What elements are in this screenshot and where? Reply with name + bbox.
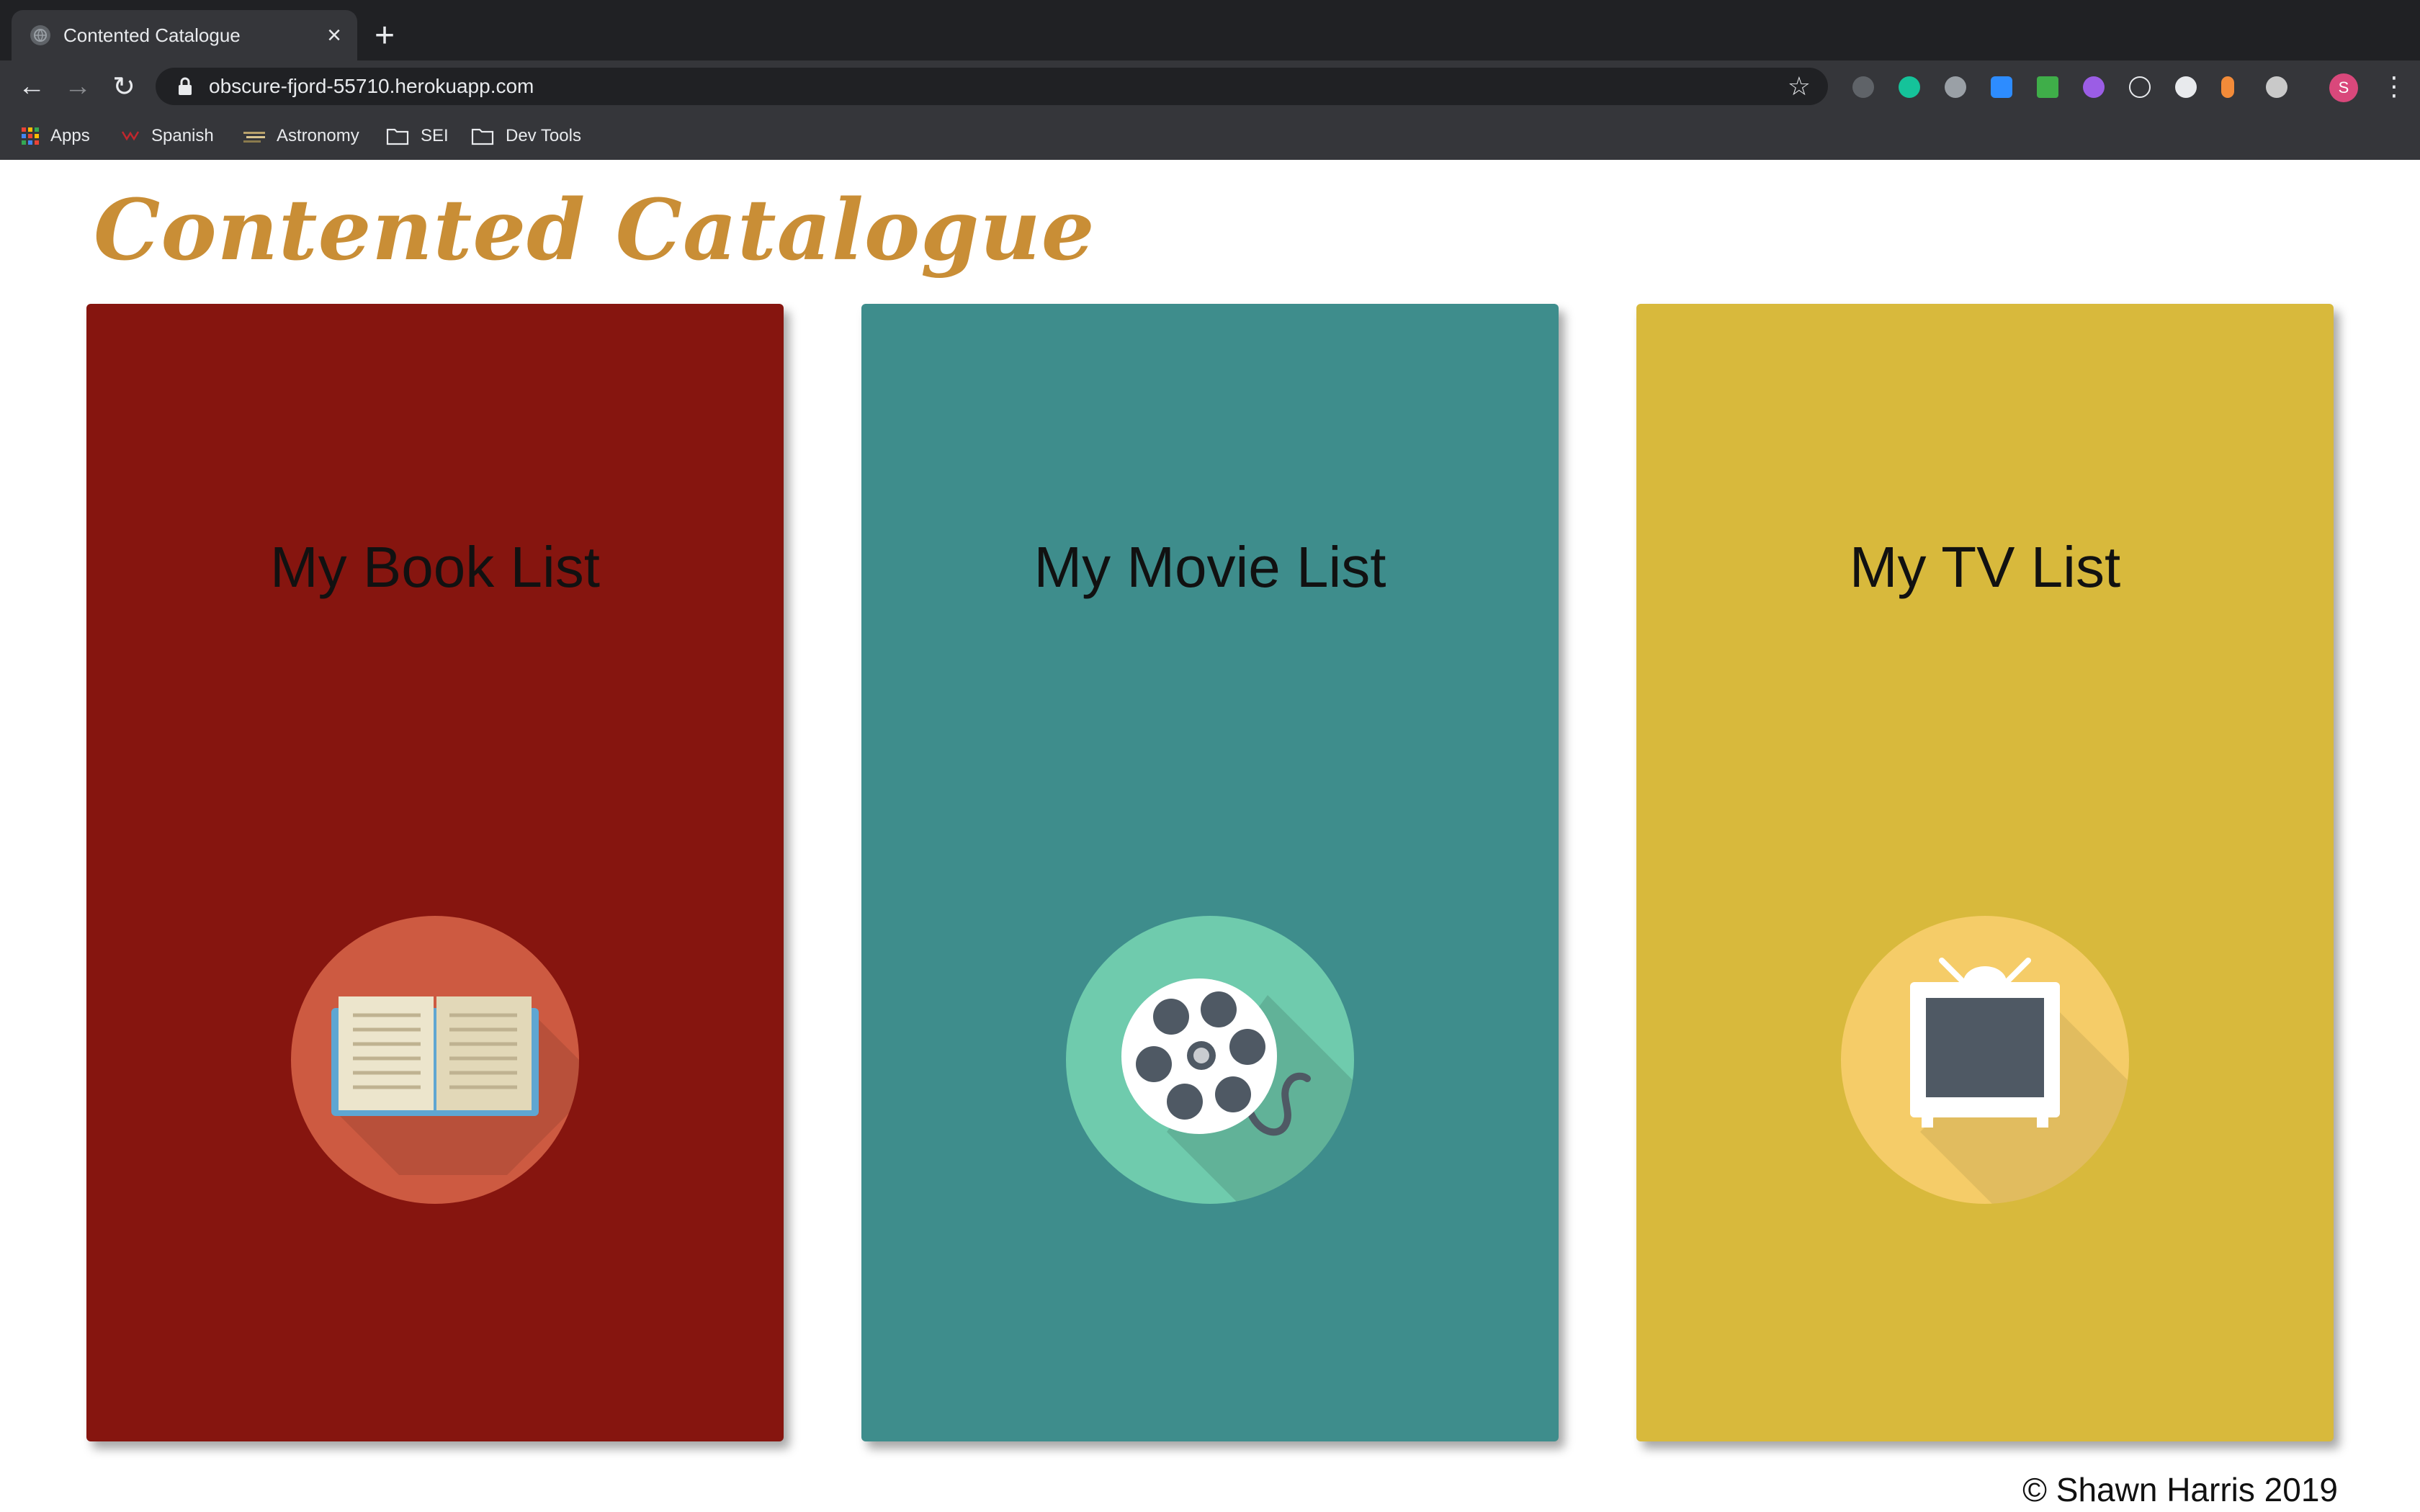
bookmark-favicon <box>243 129 265 143</box>
folder-icon <box>471 127 494 145</box>
back-button[interactable]: ← <box>14 69 49 104</box>
apps-grid-icon <box>22 127 39 145</box>
browser-toolbar: ← → ↻ obscure-fjord-55710.herokuapp.com … <box>0 60 2420 112</box>
tab-strip: Contented Catalogue × + <box>0 0 2420 60</box>
new-tab-button[interactable]: + <box>375 16 395 56</box>
bookmark-star-icon[interactable]: ☆ <box>1788 71 1811 102</box>
bookmark-label: SEI <box>421 126 449 145</box>
bookmark-apps[interactable]: Apps <box>22 112 90 160</box>
color-picker-extension-icon[interactable] <box>2083 76 2105 98</box>
address-bar[interactable]: obscure-fjord-55710.herokuapp.com ☆ <box>156 68 1828 105</box>
reload-button[interactable]: ↻ <box>107 69 141 104</box>
bookmark-astronomy[interactable]: Astronomy <box>243 112 359 160</box>
book-icon <box>291 916 579 1204</box>
checkmark-extension-icon[interactable] <box>2037 76 2058 98</box>
bookmark-folder-dev-tools[interactable]: Dev Tools <box>471 112 581 160</box>
footer-copyright: © Shawn Harris 2019 <box>2022 1471 2338 1508</box>
react-devtools-icon[interactable] <box>2129 76 2151 98</box>
url-text[interactable]: obscure-fjord-55710.herokuapp.com <box>209 75 1788 98</box>
bookmark-label: Spanish <box>151 126 214 145</box>
card-title: My Book List <box>270 535 600 599</box>
lightbulb-extension-icon[interactable] <box>1852 76 1874 98</box>
book-list-card[interactable]: My Book List <box>86 304 784 1441</box>
pill-extension-icon[interactable] <box>2221 76 2234 98</box>
github-extension-icon[interactable] <box>2175 76 2197 98</box>
browser-menu-icon[interactable]: ⋮ <box>2381 73 2407 99</box>
bookmark-label: Apps <box>50 126 90 145</box>
tab-title: Contented Catalogue <box>63 24 241 46</box>
bookmarks-bar: Apps Spanish Astronomy SEI Dev Tools <box>0 112 2420 161</box>
card-title: My Movie List <box>1034 535 1386 599</box>
bookmark-label: Dev Tools <box>506 126 581 145</box>
folder-icon <box>386 127 409 145</box>
bookmark-folder-sei[interactable]: SEI <box>386 112 449 160</box>
forward-button[interactable]: → <box>60 69 95 104</box>
television-icon <box>1841 916 2129 1204</box>
card-title: My TV List <box>1849 535 2121 599</box>
site-title[interactable]: Contented Catalogue <box>94 181 1095 279</box>
bookmark-label: Astronomy <box>277 126 359 145</box>
close-tab-icon[interactable]: × <box>327 23 341 48</box>
grammarly-extension-icon[interactable] <box>1899 76 1920 98</box>
bookmark-spanish[interactable]: Spanish <box>121 112 214 160</box>
zoom-extension-icon[interactable] <box>1991 76 2012 98</box>
bookmark-favicon <box>121 129 140 143</box>
globe-icon <box>30 25 50 45</box>
film-reel-icon <box>1066 916 1354 1204</box>
page-content: Contented Catalogue My Book List My Movi… <box>0 160 2420 1512</box>
tv-list-card[interactable]: My TV List <box>1636 304 2334 1441</box>
movie-list-card[interactable]: My Movie List <box>861 304 1559 1441</box>
record-extension-icon[interactable] <box>1945 76 1966 98</box>
browser-tab[interactable]: Contented Catalogue × <box>12 10 357 60</box>
lock-icon <box>179 77 192 95</box>
moon-extension-icon[interactable] <box>2266 76 2287 98</box>
profile-avatar[interactable]: S <box>2329 73 2358 102</box>
